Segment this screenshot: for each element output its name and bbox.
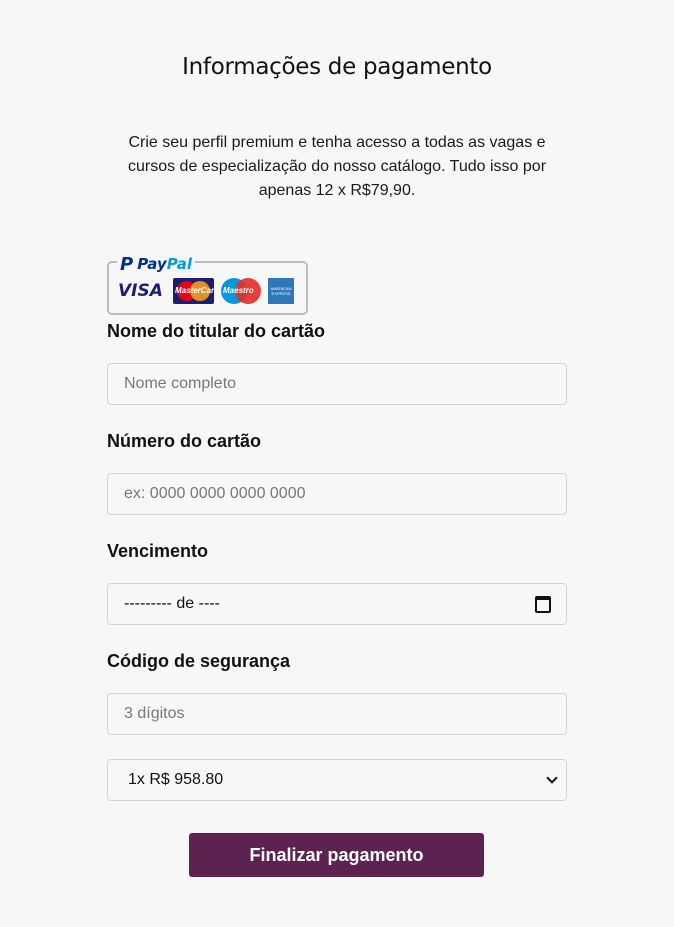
installments-select[interactable]: 1x R$ 958.80: [107, 759, 567, 801]
calendar-icon[interactable]: [535, 595, 551, 613]
name-label: Nome do titular do cartão: [107, 321, 326, 341]
card-number-input[interactable]: [107, 473, 567, 515]
expiry-date-input[interactable]: --------- de ----: [107, 583, 567, 625]
mastercard-icon: MasterCard: [173, 278, 214, 304]
amex-icon: AMERICAN EXPRESS: [268, 278, 294, 304]
security-code-input[interactable]: [107, 693, 567, 735]
payment-methods-badge: P PayPal VISA MasterCard Maestro AMERICA…: [107, 253, 308, 315]
maestro-icon: Maestro: [221, 278, 261, 304]
maestro-text: Maestro: [223, 286, 254, 295]
expiry-value: --------- de ----: [124, 595, 220, 612]
mastercard-text: MasterCard: [175, 286, 214, 295]
cvv-label: Código de segurança: [107, 651, 291, 671]
page-title: Informações de pagamento: [182, 54, 492, 80]
visa-icon: VISA: [118, 281, 163, 301]
finalize-payment-button[interactable]: Finalizar pagamento: [189, 833, 484, 877]
paypal-logo: P PayPal: [117, 253, 195, 275]
paypal-word-pay: Pay: [137, 255, 167, 273]
cardholder-name-input[interactable]: [107, 363, 567, 405]
expiry-label: Vencimento: [107, 541, 209, 561]
paypal-word-pal: Pal: [166, 255, 192, 273]
paypal-wordmark: PayPal: [137, 255, 192, 273]
installments-value: 1x R$ 958.80: [128, 771, 224, 788]
card-brands: VISA MasterCard Maestro AMERICAN EXPRESS: [118, 278, 294, 304]
chevron-down-icon: [546, 772, 558, 784]
paypal-icon: P: [120, 253, 134, 275]
card-number-label: Número do cartão: [107, 431, 262, 451]
page-description: Crie seu perfil premium e tenha acesso a…: [127, 134, 547, 199]
